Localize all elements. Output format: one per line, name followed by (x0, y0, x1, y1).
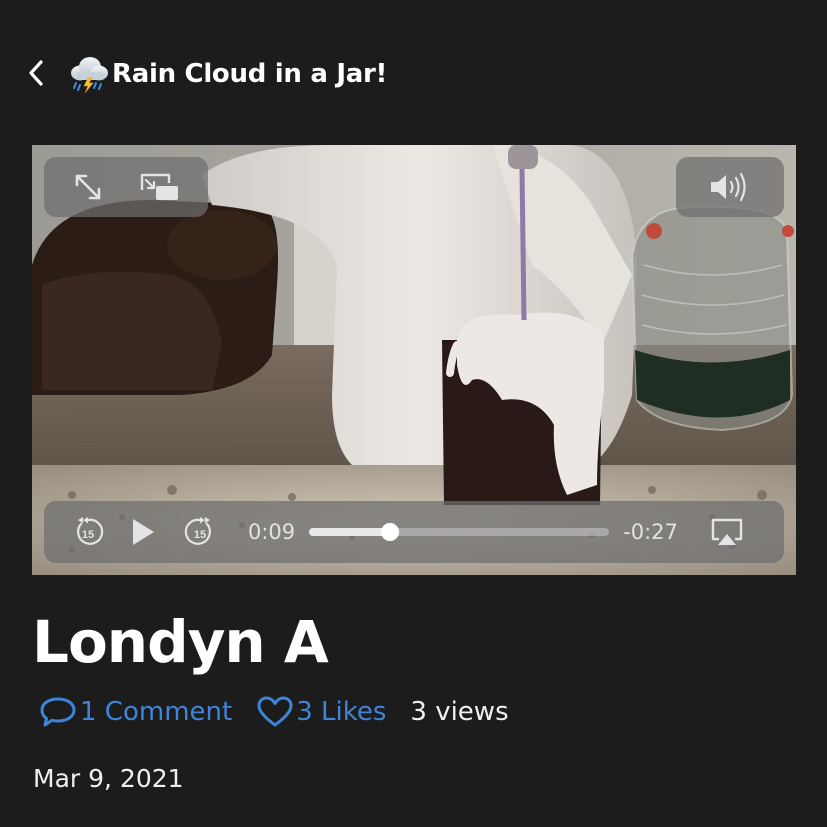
heart-icon (257, 696, 293, 727)
remaining-time: -0:27 (623, 520, 678, 544)
likes-link[interactable]: 3 Likes (256, 695, 386, 729)
svg-text:15: 15 (194, 529, 206, 541)
likes-count: 3 Likes (296, 697, 387, 727)
back-button[interactable] (20, 56, 52, 90)
chevron-left-icon (29, 60, 43, 86)
playback-controls: 15 15 0:09 -0:27 (44, 501, 784, 563)
skip-back-15-icon: 15 (77, 517, 104, 545)
scrubber-handle[interactable] (381, 523, 400, 541)
skip-forward-15-icon: 15 (184, 517, 211, 545)
comments-link[interactable]: 1 Comment (38, 694, 232, 730)
volume-control (676, 157, 784, 217)
author-name: Londyn A (32, 608, 329, 676)
picture-in-picture-button[interactable] (139, 171, 181, 203)
post-stats: 1 Comment 3 Likes 3 views (38, 690, 509, 734)
expand-icon (75, 174, 101, 200)
scrubber-progress (309, 528, 391, 536)
skip-back-button[interactable]: 15 (72, 516, 104, 548)
play-button[interactable] (130, 517, 156, 547)
cloud-with-lightning-and-rain-icon (71, 57, 108, 94)
airplay-icon (711, 518, 743, 545)
top-left-controls (44, 157, 208, 217)
elapsed-time: 0:09 (248, 520, 296, 544)
airplay-button[interactable] (710, 517, 744, 547)
page-title-group: Rain Cloud in a Jar! (68, 52, 387, 96)
play-icon (133, 519, 154, 545)
video-player[interactable]: 15 15 0:09 -0:27 (32, 145, 796, 575)
volume-button[interactable] (708, 171, 752, 203)
svg-text:15: 15 (82, 529, 94, 541)
comments-count: 1 Comment (80, 697, 233, 727)
skip-forward-button[interactable]: 15 (184, 516, 216, 548)
fullscreen-button[interactable] (71, 170, 105, 204)
post-date: Mar 9, 2021 (33, 764, 184, 793)
comment-bubble-icon (40, 697, 76, 727)
volume-icon (711, 172, 746, 202)
video-scrubber[interactable] (309, 523, 610, 541)
page-title: Rain Cloud in a Jar! (112, 59, 388, 89)
views-count: 3 views (410, 697, 509, 727)
picture-in-picture-icon (140, 173, 178, 200)
header-bar: Rain Cloud in a Jar! (0, 0, 827, 145)
